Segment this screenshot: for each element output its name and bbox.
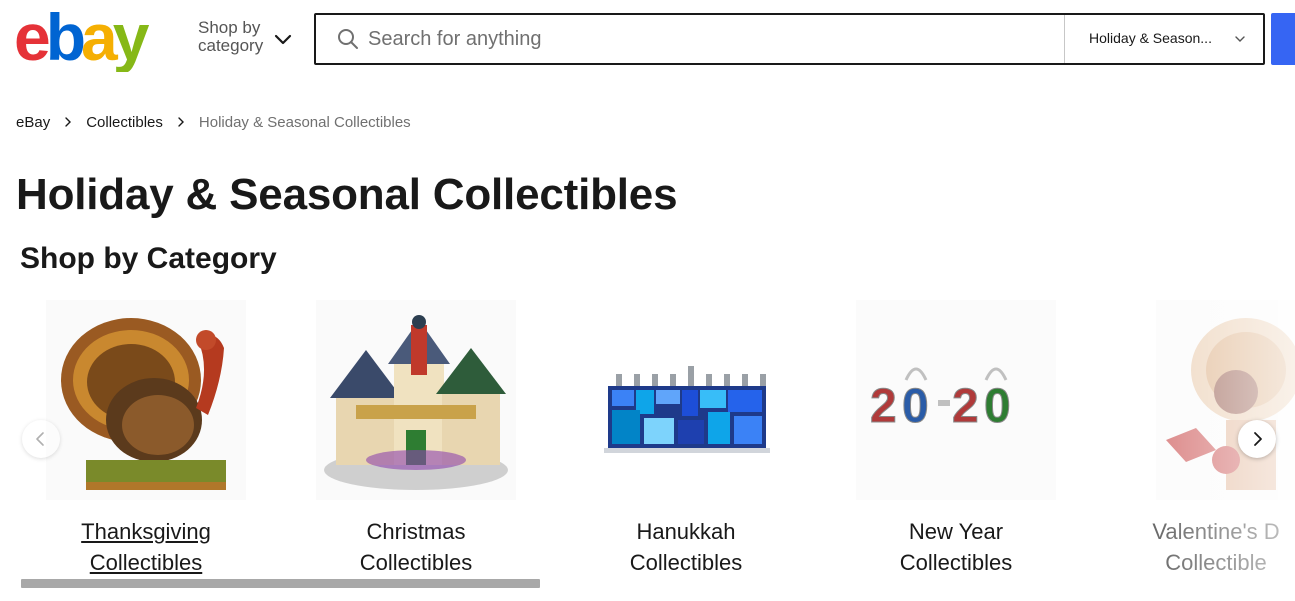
carousel-prev-button[interactable] (22, 420, 60, 458)
category-label: Valentine's D Collectible (1152, 519, 1280, 575)
christmas-village-image (316, 300, 516, 500)
category-label: category (198, 36, 264, 55)
valentine-decoration-image (1156, 300, 1295, 500)
category-card-hanukkah[interactable]: Hanukkah Collectibles (556, 300, 816, 590)
carousel-scrollbar[interactable] (21, 579, 540, 588)
svg-text:0: 0 (984, 380, 1011, 433)
carousel-next-button[interactable] (1238, 420, 1276, 458)
category-label: Thanksgiving Collectibles (81, 519, 211, 575)
breadcrumb-ebay[interactable]: eBay (16, 114, 50, 131)
section-title: Shop by Category (20, 242, 277, 275)
chevron-right-icon (1254, 432, 1262, 446)
search-input[interactable] (368, 21, 1058, 57)
menorah-image (586, 300, 786, 500)
chevron-left-icon (36, 432, 44, 446)
page-title: Holiday & Seasonal Collectibles (16, 170, 678, 219)
turkey-image (46, 300, 246, 500)
search-icon (338, 29, 358, 49)
header: ebay Shop by category Holiday & Season..… (0, 0, 1295, 80)
chevron-down-icon (1235, 36, 1245, 42)
svg-text:0: 0 (902, 380, 929, 433)
category-select[interactable]: Holiday & Season... (1064, 15, 1263, 63)
breadcrumb-collectibles[interactable]: Collectibles (86, 114, 163, 131)
chevron-right-icon (178, 117, 184, 127)
search-button[interactable] (1271, 13, 1295, 65)
chevron-right-icon (65, 117, 72, 127)
shop-by-category-button[interactable]: Shop by category (198, 19, 263, 55)
search-bar: Holiday & Season... (314, 13, 1265, 65)
breadcrumb: eBay Collectibles Holiday & Seasonal Col… (16, 112, 411, 132)
svg-text:ebay: ebay (14, 6, 150, 72)
2020-glasses-image: 2 0 2 0 (856, 300, 1056, 500)
svg-text:2: 2 (952, 380, 979, 433)
category-card-christmas[interactable]: Christmas Collectibles (286, 300, 546, 590)
ebay-logo[interactable]: ebay (14, 0, 164, 74)
category-select-value: Holiday & Season... (1089, 30, 1212, 46)
category-card-new-year[interactable]: 2 0 2 0 New Year Collectibles (826, 300, 1086, 590)
breadcrumb-current: Holiday & Seasonal Collectibles (198, 113, 411, 131)
category-label: Christmas Collectibles (359, 519, 473, 575)
chevron-down-icon[interactable] (272, 28, 294, 50)
svg-text:2: 2 (870, 380, 897, 433)
category-label: New Year Collectibles (899, 519, 1013, 575)
category-carousel: Thanksgiving Collectibles Christmas Collec… (0, 300, 1295, 601)
category-label: Hanukkah Collectibles (629, 519, 743, 575)
shop-by-label: Shop by (198, 18, 261, 37)
